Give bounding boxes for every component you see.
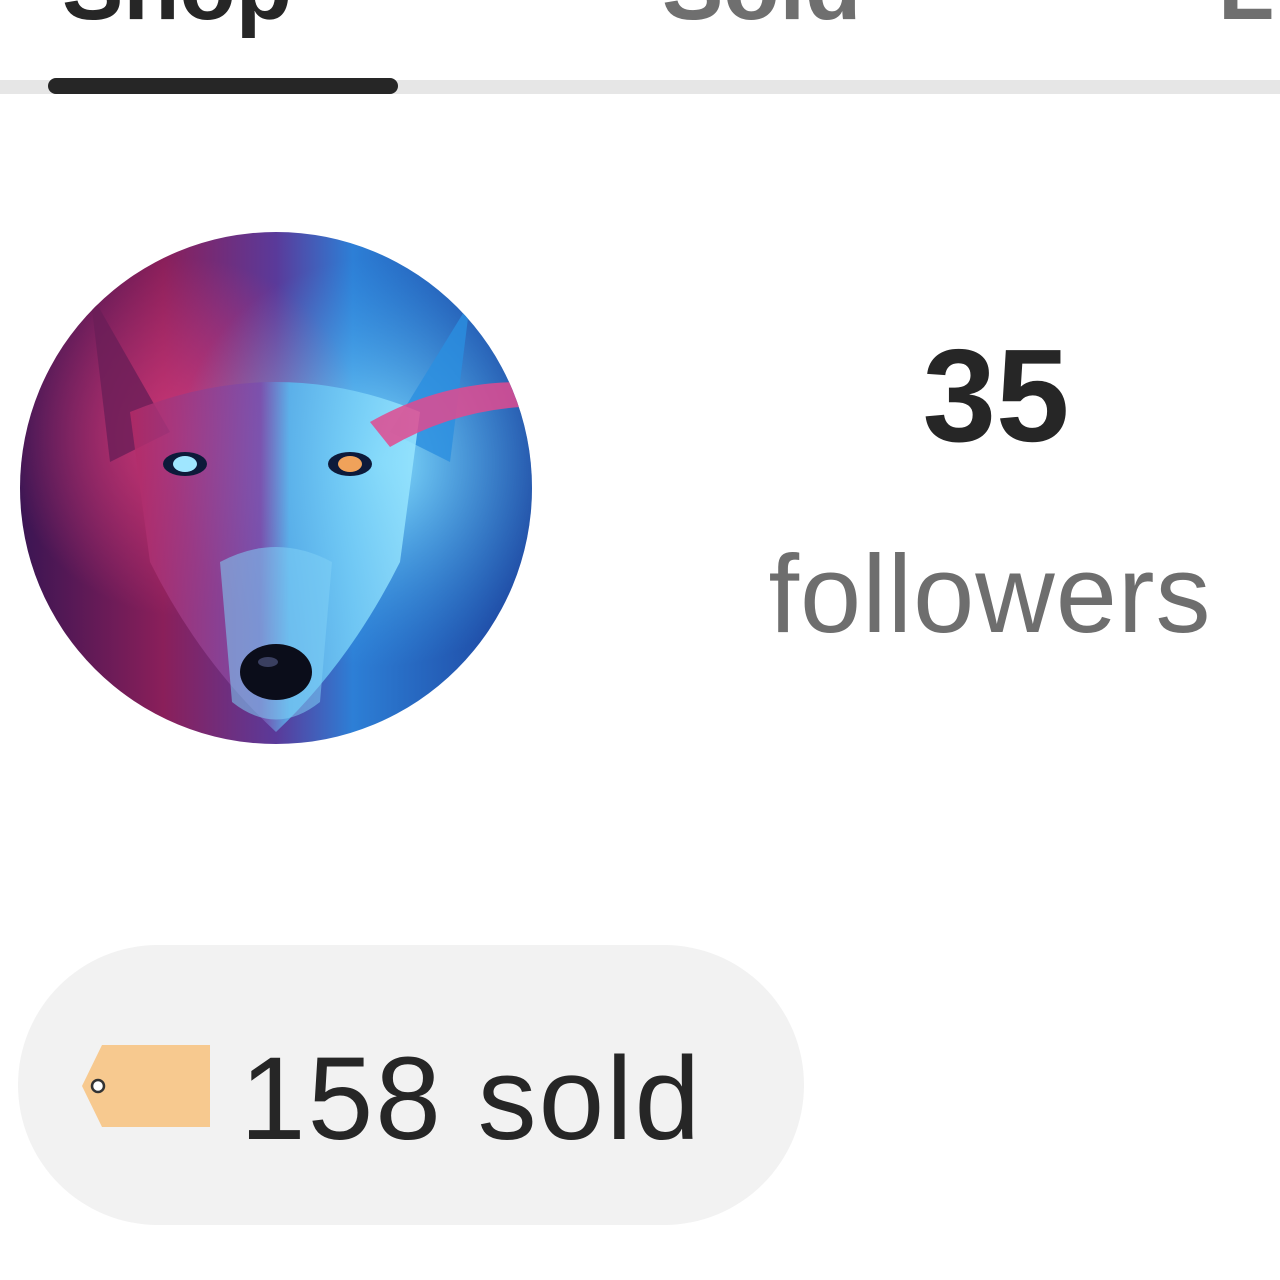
followers-stat[interactable]: 35 followers (700, 330, 1280, 650)
followers-count: 35 (922, 322, 1070, 469)
profile-tabs: Shop Sold Likes (0, 0, 1280, 96)
tab-shop[interactable]: Shop (62, 0, 292, 34)
tab-likes[interactable]: Likes (1218, 0, 1280, 34)
sold-count-label: 158 sold (240, 1033, 703, 1165)
active-tab-indicator (48, 78, 398, 94)
wolf-avatar-image (20, 232, 532, 744)
price-tag-icon (82, 1045, 210, 1127)
profile-page: Shop Sold Likes (0, 0, 1280, 1280)
followers-label: followers (768, 533, 1212, 656)
tab-sold[interactable]: Sold (662, 0, 861, 34)
profile-avatar[interactable] (20, 232, 532, 744)
